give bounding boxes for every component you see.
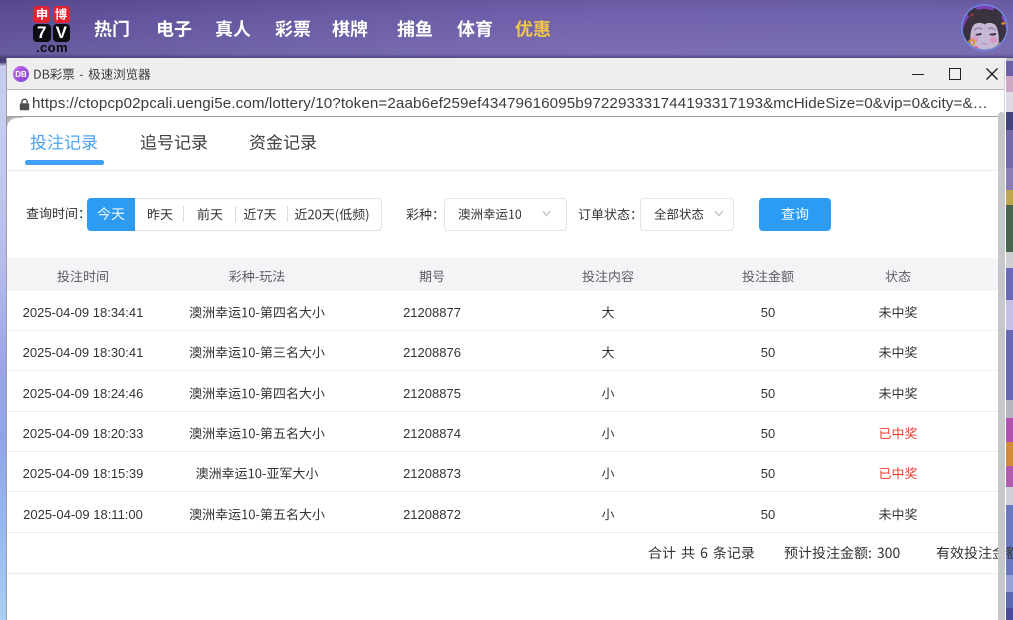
svg-text:DB: DB: [15, 70, 27, 79]
